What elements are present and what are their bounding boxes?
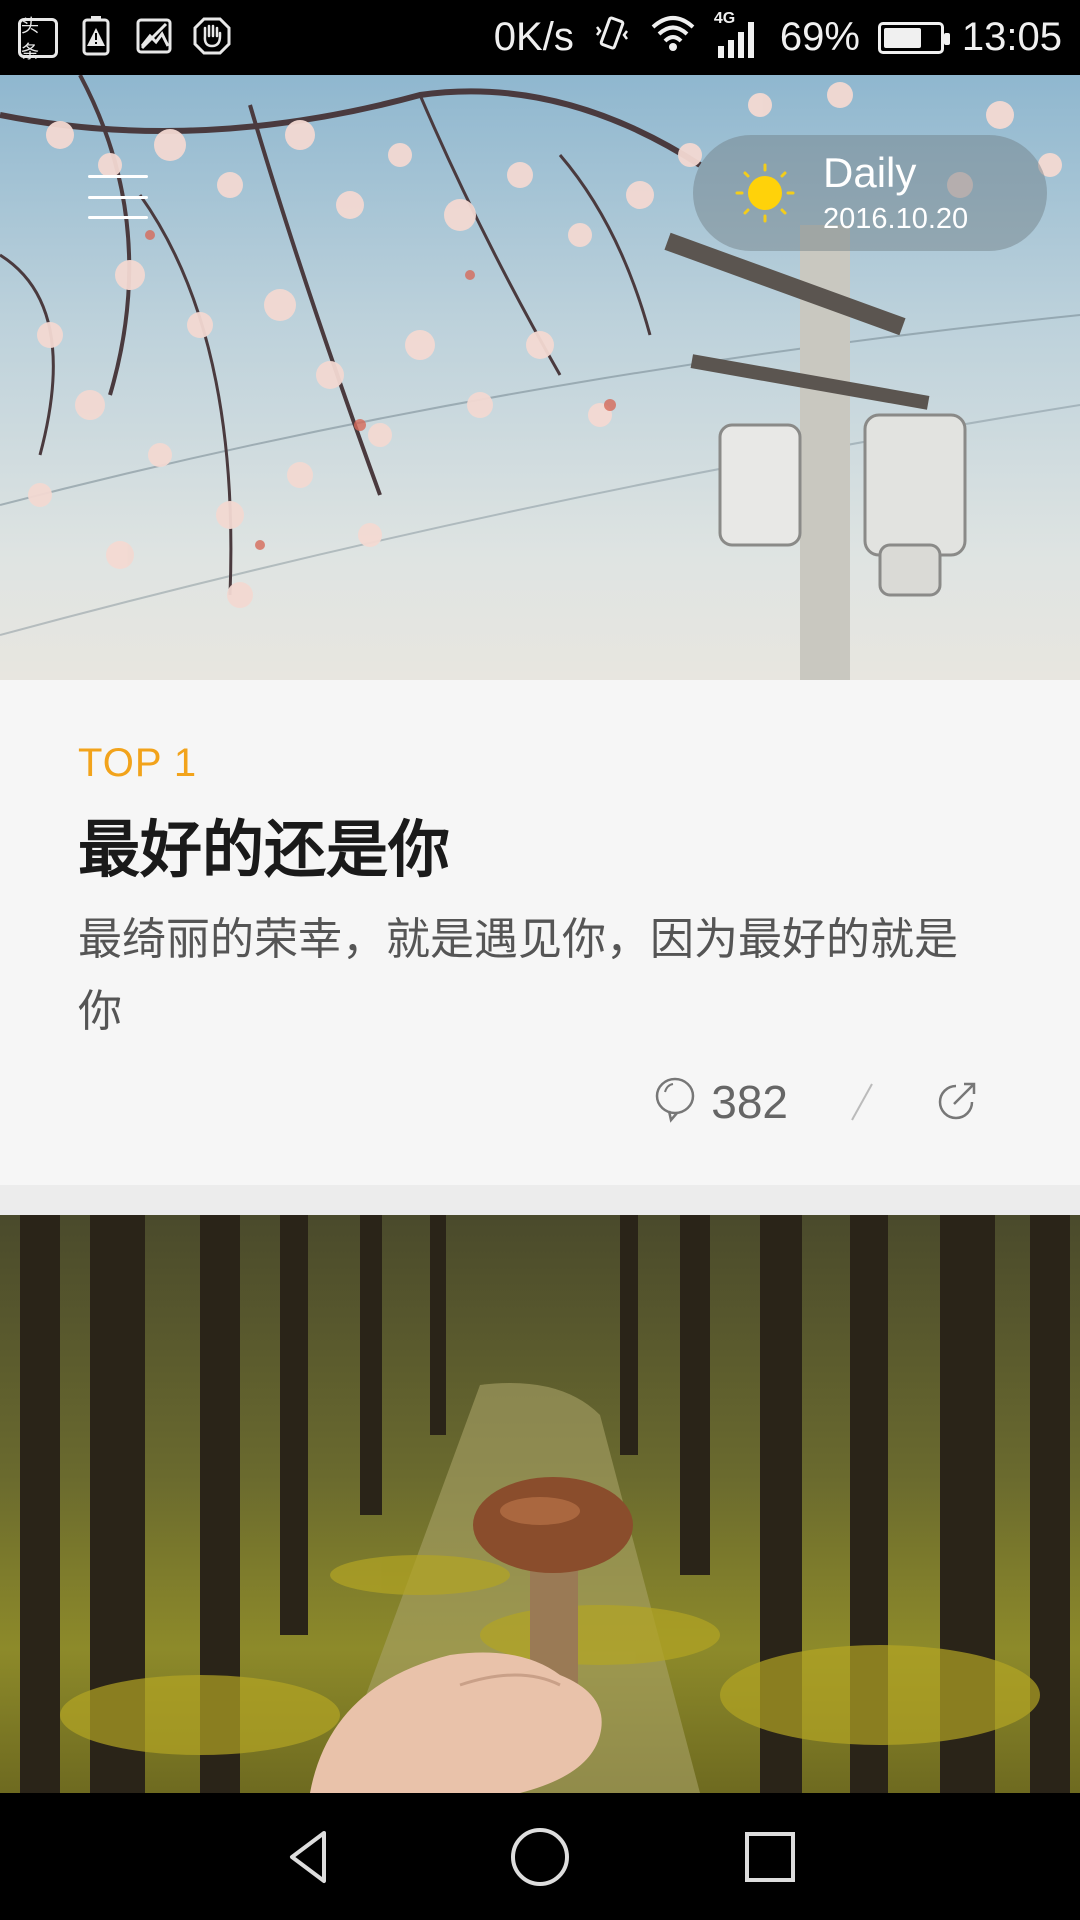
vibrate-icon <box>592 13 632 63</box>
clock: 13:05 <box>961 15 1062 59</box>
status-bar-system: 0K/s 4G 69% 13:05 <box>493 10 1062 63</box>
battery-percent: 69% <box>779 15 860 59</box>
share-button[interactable] <box>936 1078 980 1126</box>
image-icon <box>134 16 174 60</box>
article-actions: 382 <box>653 1075 980 1129</box>
back-button[interactable] <box>270 1817 350 1897</box>
battery-alert-icon <box>76 14 116 62</box>
wifi-icon <box>650 13 696 63</box>
network-speed: 0K/s <box>493 15 574 59</box>
daily-date: 2016.10.20 <box>823 203 969 235</box>
card-separator <box>0 1185 1080 1215</box>
share-icon <box>936 1082 980 1126</box>
home-button[interactable] <box>500 1817 580 1897</box>
battery-level <box>883 27 921 48</box>
back-icon <box>290 1830 326 1883</box>
sun-icon <box>733 161 797 225</box>
status-bar: 头条 0K/s 4G 69% 13:05 <box>0 0 1080 75</box>
forest-illustration <box>20 1215 1070 1793</box>
article-title[interactable]: 最好的还是你 <box>78 810 1002 890</box>
navigation-bar <box>0 1793 1080 1920</box>
daily-text: Daily 2016.10.20 <box>823 149 968 237</box>
status-bar-notifications: 头条 <box>18 14 232 63</box>
article-card[interactable]: TOP 1 最好的还是你 最绮丽的荣幸，就是遇见你，因为最好的就是你 382 <box>0 680 1080 1185</box>
comment-count: 382 <box>711 1076 788 1128</box>
menu-button[interactable] <box>88 175 148 219</box>
home-icon <box>511 1827 569 1886</box>
daily-weather-badge[interactable]: Daily 2016.10.20 <box>693 135 1047 251</box>
menu-icon-line <box>88 195 148 199</box>
cellular-signal-icon: 4G <box>714 10 762 60</box>
article-image-forest-mushroom[interactable] <box>0 1215 1080 1793</box>
menu-icon-line <box>88 216 148 219</box>
comment-bubble-icon <box>653 1076 697 1128</box>
hand-icon <box>192 16 232 60</box>
recents-button[interactable] <box>730 1817 810 1897</box>
comment-button[interactable]: 382 <box>653 1075 788 1129</box>
daily-title: Daily <box>823 149 917 196</box>
rank-label: TOP 1 <box>78 741 198 785</box>
divider-slash <box>842 1080 882 1124</box>
battery-icon <box>877 21 950 54</box>
menu-icon-line <box>88 175 148 178</box>
toutiao-icon: 头条 <box>18 16 58 63</box>
recents-icon <box>745 1831 795 1882</box>
article-description: 最绮丽的荣幸，就是遇见你，因为最好的就是你 <box>78 914 958 1037</box>
hero-image-cherry-blossom[interactable]: Daily 2016.10.20 <box>0 75 1080 680</box>
